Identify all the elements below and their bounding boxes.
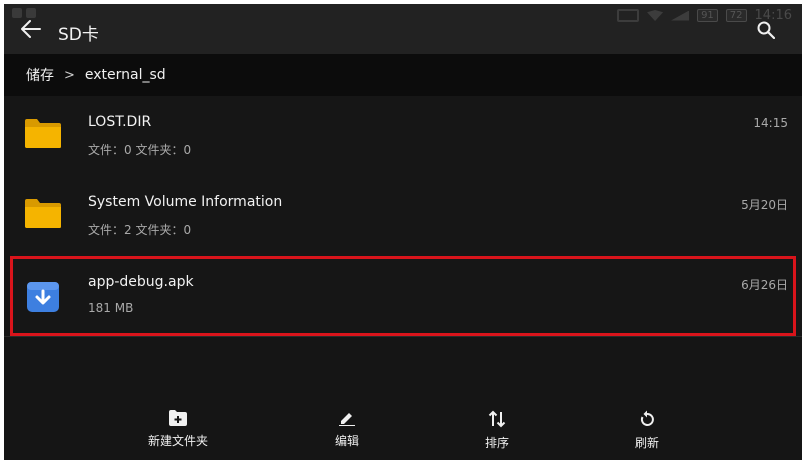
list-item[interactable]: app-debug.apk 181 MB 6月26日 (4, 256, 802, 337)
breadcrumb-current[interactable]: external_sd (85, 67, 166, 83)
action-label: 编辑 (334, 434, 359, 448)
new-folder-icon (169, 410, 187, 426)
refresh-button[interactable]: 刷新 (597, 410, 697, 451)
folder-icon (24, 117, 62, 153)
sort-icon (488, 410, 506, 428)
action-label: 排序 (484, 436, 509, 450)
search-button[interactable] (754, 18, 778, 42)
edit-button[interactable]: 编辑 (297, 410, 397, 449)
apk-download-icon (26, 279, 60, 317)
camera-icon (617, 9, 640, 22)
folder-icon (24, 197, 62, 233)
sort-button[interactable]: 排序 (447, 410, 547, 451)
breadcrumb-root[interactable]: 储存 (26, 65, 54, 85)
file-name: LOST.DIR (88, 114, 152, 130)
list-item[interactable]: LOST.DIR 文件：0 文件夹：0 14:15 (4, 96, 802, 177)
battery-indicator-2: 72 (725, 9, 747, 22)
action-label: 新建文件夹 (147, 434, 208, 448)
app-bar: 91 72 14:16 SD卡 (4, 4, 802, 54)
screen: 91 72 14:16 SD卡 储存 > external_sd LOST.DI… (4, 4, 802, 460)
page-title: SD卡 (58, 25, 99, 45)
file-date: 14:15 (753, 116, 788, 130)
refresh-icon (640, 410, 654, 426)
file-meta: 181 MB (88, 301, 134, 315)
edit-icon (339, 413, 355, 426)
list-item[interactable]: System Volume Information 文件：2 文件夹：0 5月2… (4, 176, 802, 257)
file-date: 5月20日 (741, 198, 788, 212)
bottom-action-bar: 新建文件夹 编辑 排序 刷新 (4, 404, 802, 460)
search-icon (757, 21, 775, 39)
battery-indicator: 91 (697, 9, 718, 22)
file-name: app-debug.apk (88, 274, 194, 290)
wifi-icon (647, 10, 664, 21)
action-label: 刷新 (634, 436, 659, 450)
new-folder-button[interactable]: 新建文件夹 (128, 410, 228, 449)
file-meta: 文件：0 文件夹：0 (88, 143, 192, 157)
breadcrumb: 储存 > external_sd (4, 54, 802, 96)
file-date: 6月26日 (741, 278, 788, 292)
back-button[interactable] (18, 16, 44, 42)
file-name: System Volume Information (88, 194, 283, 210)
signal-icon (671, 10, 690, 21)
file-meta: 文件：2 文件夹：0 (88, 223, 192, 237)
breadcrumb-separator: > (64, 67, 75, 83)
arrow-left-icon (21, 20, 41, 38)
